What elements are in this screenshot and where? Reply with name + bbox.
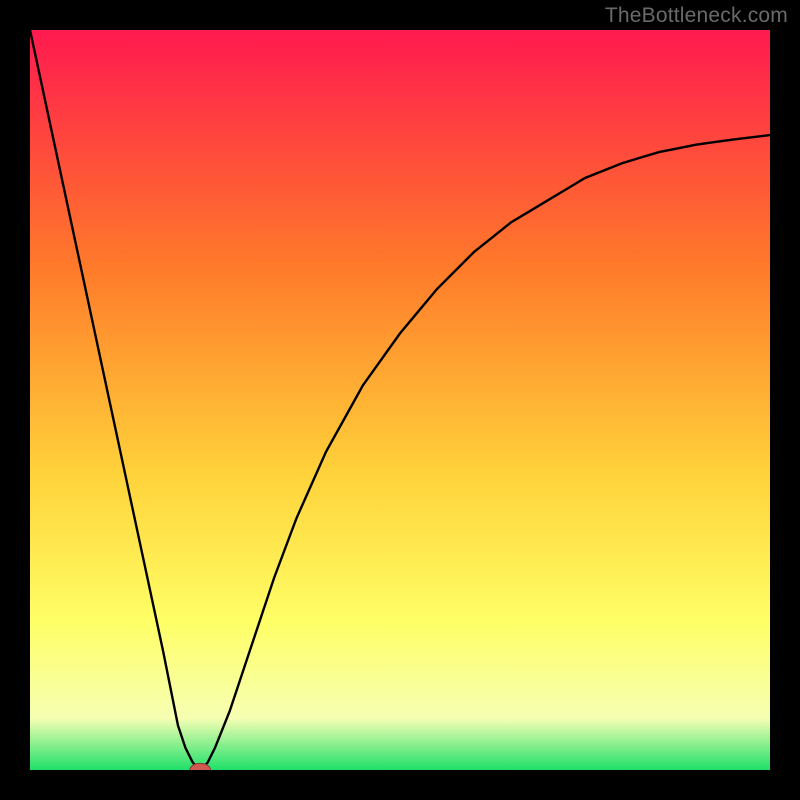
plot-area — [30, 30, 770, 770]
watermark-text: TheBottleneck.com — [605, 4, 788, 28]
chart-frame: TheBottleneck.com — [0, 0, 800, 800]
chart-svg — [30, 30, 770, 770]
gradient-background — [30, 30, 770, 770]
